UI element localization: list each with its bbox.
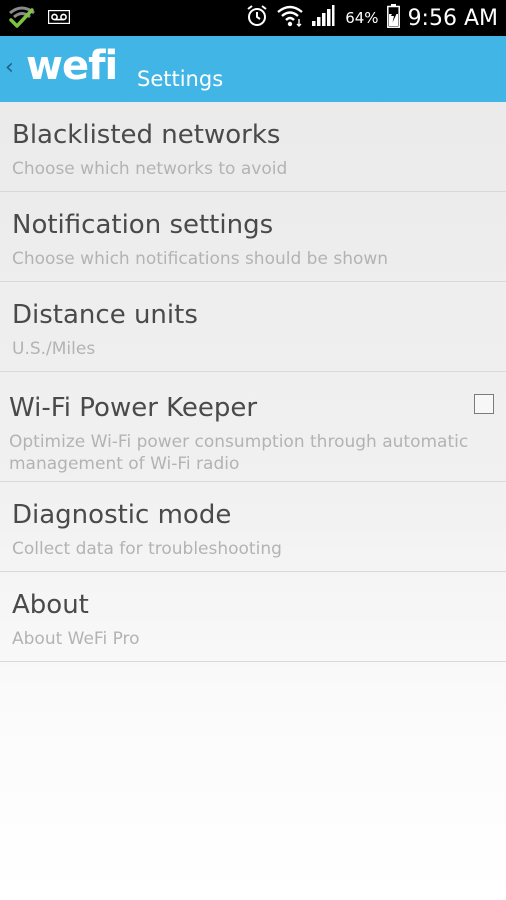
cell-signal-icon bbox=[311, 5, 335, 31]
wifi-signal-icon bbox=[277, 4, 303, 32]
status-bar-left bbox=[8, 0, 82, 36]
setting-summary: Optimize Wi-Fi power consumption through… bbox=[9, 432, 469, 474]
setting-title: Notification settings bbox=[12, 210, 274, 240]
setting-summary: U.S./Miles bbox=[12, 339, 96, 359]
setting-distance-units[interactable]: Distance units U.S./Miles bbox=[0, 282, 506, 372]
setting-title: Blacklisted networks bbox=[12, 120, 281, 150]
voicemail-icon bbox=[47, 9, 71, 28]
setting-summary: Choose which notifications should be sho… bbox=[12, 249, 389, 269]
back-chevron-icon[interactable]: ‹ bbox=[5, 56, 14, 80]
setting-title: About bbox=[12, 590, 89, 620]
alarm-clock-icon bbox=[245, 4, 269, 32]
status-bar-right: 64% 9:56 AM bbox=[237, 0, 498, 36]
screen-title: Settings bbox=[137, 67, 224, 91]
app-logo[interactable]: wefi bbox=[26, 40, 118, 92]
battery-charging-icon bbox=[386, 4, 400, 32]
status-clock: 9:56 AM bbox=[407, 5, 498, 31]
action-bar: ‹ wefi Settings bbox=[0, 36, 506, 102]
setting-about[interactable]: About About WeFi Pro bbox=[0, 572, 506, 662]
setting-title: Diagnostic mode bbox=[12, 500, 232, 530]
setting-wifi-power-keeper[interactable]: Wi-Fi Power Keeper Optimize Wi-Fi power … bbox=[0, 372, 506, 482]
battery-percent: 64% bbox=[345, 9, 379, 27]
setting-summary: About WeFi Pro bbox=[12, 629, 140, 649]
setting-summary: Collect data for troubleshooting bbox=[12, 539, 282, 559]
setting-title: Wi-Fi Power Keeper bbox=[9, 393, 258, 423]
settings-list: Blacklisted networks Choose which networ… bbox=[0, 102, 506, 662]
wifi-check-icon bbox=[8, 4, 36, 32]
setting-title: Distance units bbox=[12, 300, 198, 330]
setting-diagnostic-mode[interactable]: Diagnostic mode Collect data for trouble… bbox=[0, 482, 506, 572]
status-bar: 64% 9:56 AM bbox=[0, 0, 506, 36]
setting-blacklisted-networks[interactable]: Blacklisted networks Choose which networ… bbox=[0, 102, 506, 192]
setting-notification-settings[interactable]: Notification settings Choose which notif… bbox=[0, 192, 506, 282]
wifi-power-keeper-checkbox[interactable] bbox=[474, 394, 494, 414]
setting-summary: Choose which networks to avoid bbox=[12, 159, 288, 179]
